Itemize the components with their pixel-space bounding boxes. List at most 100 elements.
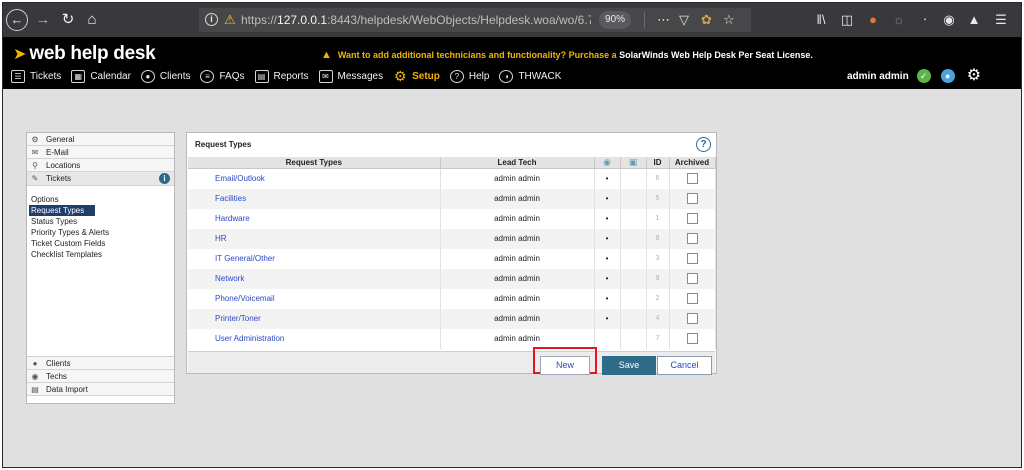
reload-icon[interactable]: ↻	[59, 9, 77, 31]
extension-dot-icon[interactable]: ⋅	[915, 10, 935, 30]
nav-label: Reports	[273, 70, 309, 82]
sidebar-item-options[interactable]: Options	[27, 194, 174, 205]
app-logo[interactable]: ➤ web help desk	[13, 43, 156, 65]
page-actions-icon[interactable]: ⋯	[657, 10, 670, 30]
sidebar-item-priority-types[interactable]: Priority Types & Alerts	[27, 227, 174, 238]
sidebar-item-ticket-custom-fields[interactable]: Ticket Custom Fields	[27, 238, 174, 249]
sidebar-section-techs[interactable]: ◉ Techs	[27, 370, 174, 383]
nav-reports[interactable]: ▤ Reports	[254, 69, 309, 83]
column-header-id[interactable]: ID	[646, 157, 670, 169]
user-name[interactable]: admin admin	[847, 71, 909, 82]
section-label: Locations	[46, 160, 81, 170]
request-type-link[interactable]: IT General/Other	[188, 248, 441, 269]
logo-text: web help desk	[29, 43, 156, 64]
pocket-icon[interactable]: ▽	[679, 10, 689, 30]
bookmark-star-icon[interactable]: ☆	[723, 10, 735, 30]
data-import-icon: ▤	[31, 384, 39, 394]
new-button[interactable]: New	[540, 356, 590, 375]
promo-license-link[interactable]: SolarWinds Web Help Desk Per Seat Licens…	[619, 50, 813, 60]
sidebar-item-checklist-templates[interactable]: Checklist Templates	[27, 249, 174, 260]
table-row[interactable]: Hardware admin admin • 1	[188, 208, 716, 229]
nav-clients[interactable]: ● Clients	[140, 69, 191, 83]
archived-checkbox[interactable]	[686, 173, 698, 185]
sidebar-item-status-types[interactable]: Status Types	[27, 216, 174, 227]
hamburger-menu-icon[interactable]: ☰	[991, 10, 1011, 30]
tickets-sub-menu: Options Request Types Status Types Prior…	[27, 186, 174, 260]
table-row[interactable]: HR admin admin • 8	[188, 228, 716, 249]
column-header-lead-tech[interactable]: Lead Tech	[440, 157, 595, 169]
table-row[interactable]: Phone/Voicemail admin admin • 2	[188, 288, 716, 309]
archived-checkbox[interactable]	[686, 293, 698, 304]
settings-gear-icon[interactable]: ⚙	[967, 68, 981, 84]
display-cell	[620, 288, 647, 309]
sidebar-toggle-icon[interactable]: ◫	[837, 10, 857, 30]
table-row[interactable]: User Administration admin admin 7	[188, 328, 716, 349]
nav-tickets[interactable]: ☰ Tickets	[11, 69, 61, 83]
archived-checkbox[interactable]	[686, 333, 698, 344]
user-avatar-icon[interactable]: ●	[940, 69, 955, 83]
archived-checkbox[interactable]	[686, 193, 698, 204]
sidebar-section-tickets[interactable]: ✎ Tickets i	[27, 172, 174, 186]
sidebar-item-request-types[interactable]: Request Types	[29, 205, 95, 216]
table-row[interactable]: Email/Outlook admin admin • 6	[188, 168, 716, 189]
request-type-link[interactable]: Printer/Toner	[188, 308, 441, 329]
archived-checkbox[interactable]	[686, 233, 698, 244]
archived-checkbox[interactable]	[686, 253, 698, 264]
nav-faqs[interactable]: ≡ FAQs	[200, 69, 245, 83]
cancel-button[interactable]: Cancel	[657, 356, 712, 375]
sidebar-section-data-import[interactable]: ▤ Data Import	[27, 383, 174, 396]
address-bar[interactable]: i ⚠ https://127.0.0.1:8443/helpdesk/WebO…	[199, 8, 751, 32]
license-promo-banner[interactable]: ▲ Want to add additional technicians and …	[321, 49, 813, 61]
back-arrow-icon[interactable]: ←	[6, 9, 28, 31]
request-type-link[interactable]: Email/Outlook	[188, 168, 441, 189]
request-type-link[interactable]: HR	[188, 228, 441, 249]
info-icon[interactable]: i	[205, 13, 218, 26]
nav-label: THWACK	[518, 70, 562, 82]
account-icon[interactable]: ◉	[939, 10, 959, 30]
logo-swoosh-icon: ➤	[13, 46, 27, 63]
info-icon[interactable]: i	[159, 173, 170, 184]
sidebar-section-locations[interactable]: ⚲ Locations	[27, 159, 174, 172]
column-header-request-types[interactable]: Request Types	[188, 157, 441, 169]
action-bar: New Save Cancel	[188, 347, 715, 375]
column-header-visible[interactable]: ◉	[594, 157, 621, 169]
table-row[interactable]: IT General/Other admin admin • 3	[188, 248, 716, 269]
extension-leaf-icon[interactable]: ✿	[701, 10, 712, 30]
request-type-link[interactable]: Phone/Voicemail	[188, 288, 441, 309]
home-icon[interactable]: ⌂	[83, 9, 101, 31]
archived-checkbox[interactable]	[686, 313, 698, 324]
status-leaf-icon[interactable]: ✓	[916, 69, 931, 83]
insecure-lock-icon[interactable]: ⚠	[224, 11, 236, 29]
table-row[interactable]: Network admin admin • 9	[188, 268, 716, 289]
nav-label: Messages	[337, 70, 384, 82]
column-header-archived[interactable]: Archived	[669, 157, 716, 169]
request-type-link[interactable]: Network	[188, 268, 441, 289]
nav-messages[interactable]: ✉ Messages	[318, 69, 384, 83]
column-header-display[interactable]: ▣	[620, 157, 647, 169]
url-text[interactable]: https://127.0.0.1:8443/helpdesk/WebObjec…	[241, 8, 591, 32]
library-icon[interactable]: ‖\	[811, 10, 831, 30]
request-type-link[interactable]: Facilities	[188, 188, 441, 209]
nav-label: Clients	[159, 70, 191, 82]
forward-arrow-icon[interactable]: →	[34, 9, 52, 31]
zoom-level-badge[interactable]: 90%	[599, 11, 632, 29]
sidebar-section-general[interactable]: ⚙ General	[27, 133, 174, 146]
nav-thwack[interactable]: ◑ THWACK	[499, 69, 562, 83]
archived-checkbox[interactable]	[686, 213, 698, 224]
nav-help[interactable]: ? Help	[449, 69, 489, 83]
extension-icon[interactable]: ☼	[889, 10, 909, 30]
nav-setup[interactable]: ⚙ Setup	[393, 69, 440, 83]
nav-calendar[interactable]: ▦ Calendar	[71, 69, 131, 83]
help-question-icon[interactable]: ?	[696, 137, 711, 152]
archived-checkbox[interactable]	[686, 273, 698, 284]
request-type-link[interactable]: Hardware	[188, 208, 441, 229]
sidebar-section-clients[interactable]: ● Clients	[27, 357, 174, 370]
table-row[interactable]: Printer/Toner admin admin • 4	[188, 308, 716, 329]
lead-tech-cell: admin admin	[440, 288, 595, 309]
extension-arrow-icon[interactable]: ▲	[964, 10, 984, 30]
sidebar-section-email[interactable]: ✉ E-Mail	[27, 146, 174, 159]
save-button[interactable]: Save	[602, 356, 656, 375]
table-row[interactable]: Facilities admin admin • 5	[188, 188, 716, 209]
extension-fox-icon[interactable]: ●	[863, 10, 883, 30]
request-type-link[interactable]: User Administration	[188, 328, 441, 349]
